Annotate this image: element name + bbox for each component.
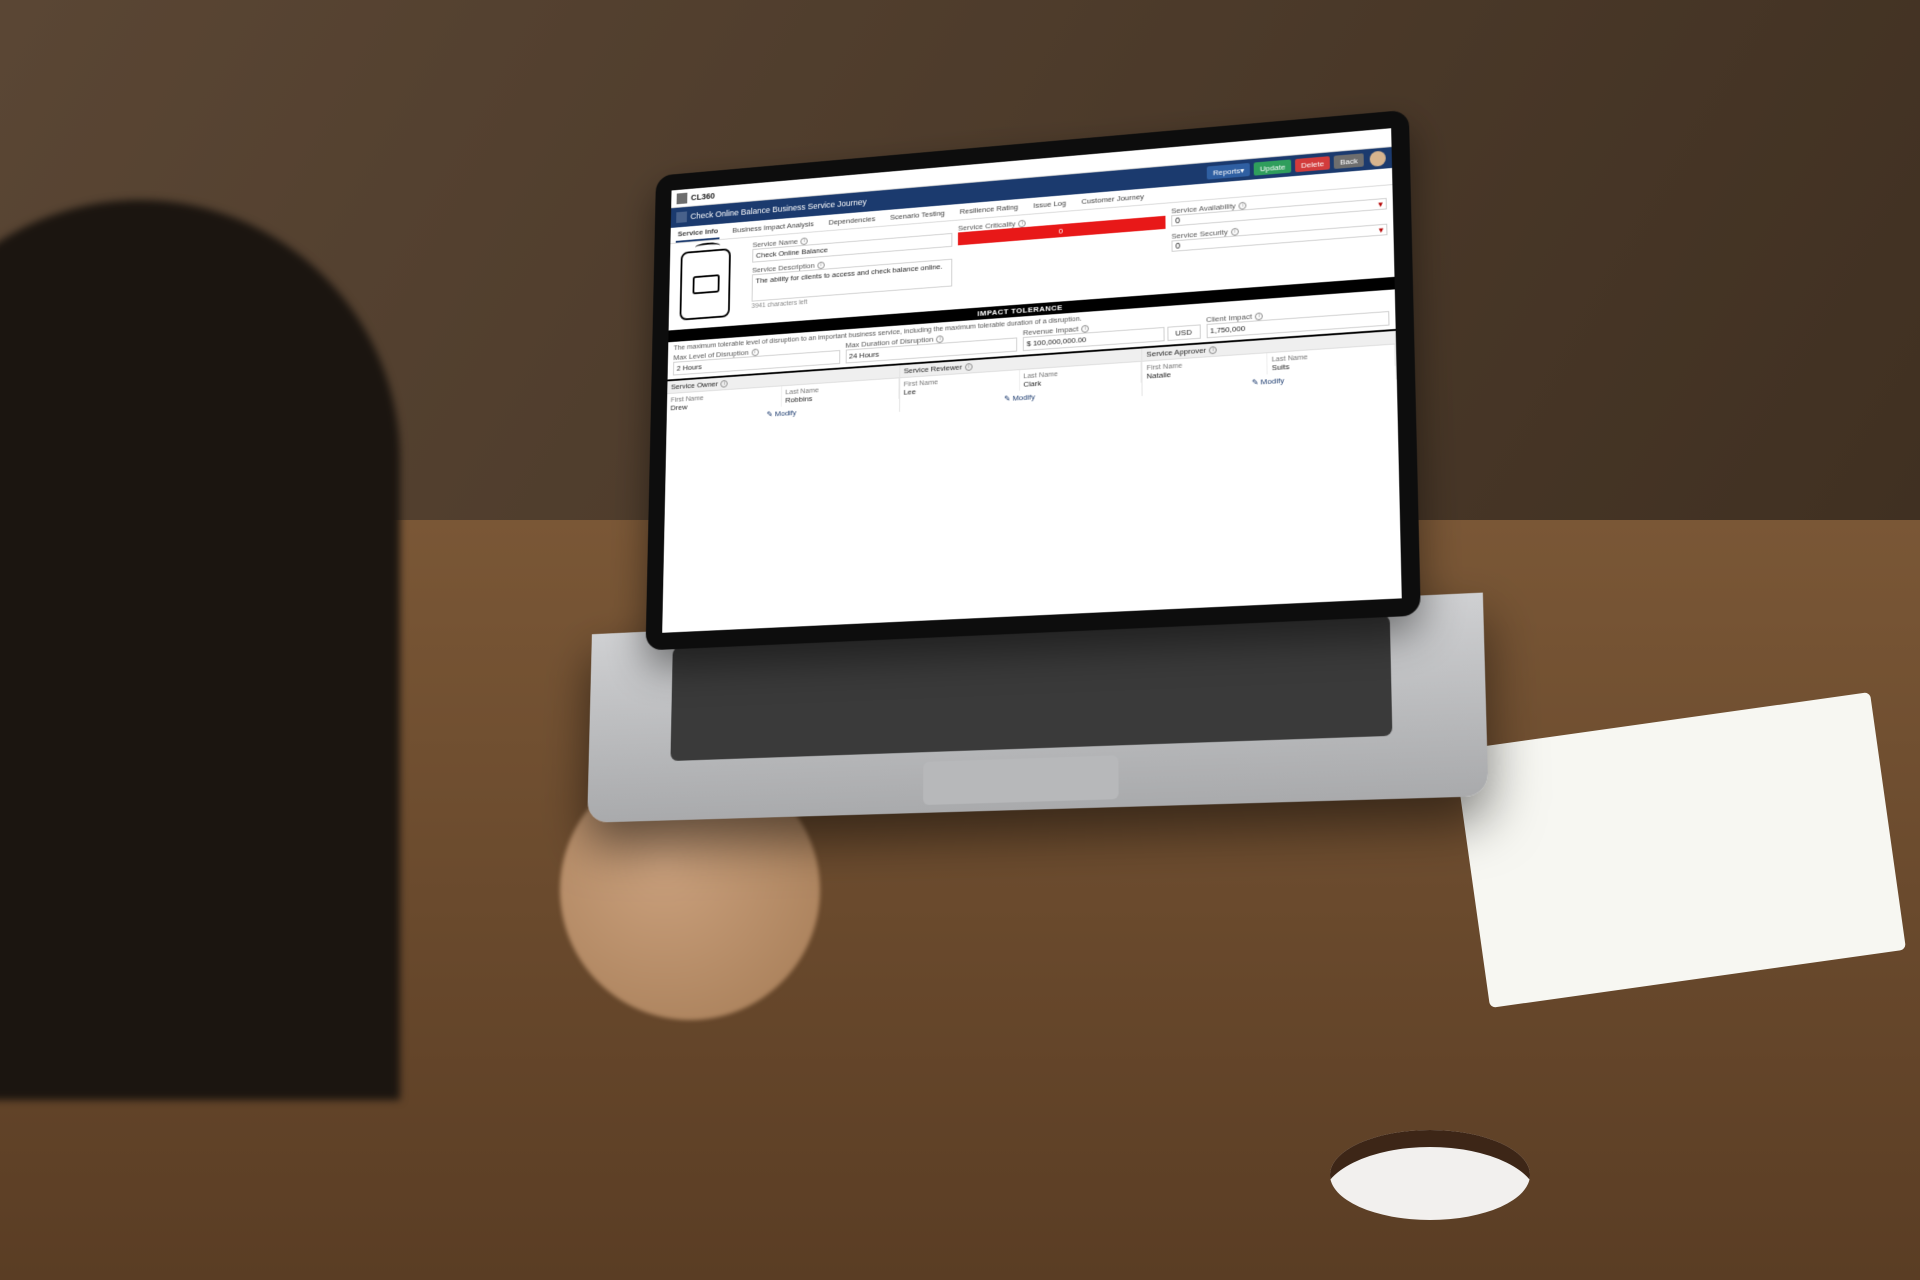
- info-icon[interactable]: i: [1231, 227, 1239, 235]
- info-icon[interactable]: i: [801, 237, 808, 245]
- chevron-down-icon: ▾: [1379, 224, 1384, 235]
- revenue-currency[interactable]: USD: [1167, 324, 1200, 341]
- info-icon[interactable]: i: [965, 363, 973, 371]
- app-logo-icon: [677, 192, 688, 204]
- info-icon[interactable]: i: [817, 261, 824, 269]
- reviewer-modify-link[interactable]: Modify: [1004, 393, 1035, 404]
- approver-modify-link[interactable]: Modify: [1252, 376, 1285, 387]
- user-avatar[interactable]: [1370, 150, 1386, 166]
- info-icon[interactable]: i: [1239, 201, 1247, 209]
- reports-button[interactable]: Reports ▾: [1207, 163, 1250, 180]
- info-icon[interactable]: i: [1255, 312, 1263, 320]
- info-icon[interactable]: i: [1209, 346, 1217, 354]
- info-icon[interactable]: i: [1081, 324, 1089, 332]
- chevron-down-icon: ▾: [1378, 199, 1383, 210]
- tab-issue-log[interactable]: Issue Log: [1031, 196, 1068, 213]
- back-button[interactable]: Back: [1334, 153, 1364, 169]
- service-illustration-icon: [679, 248, 730, 321]
- owner-modify-link[interactable]: Modify: [767, 408, 797, 418]
- app-name: CL360: [691, 191, 715, 202]
- info-icon[interactable]: i: [721, 379, 728, 387]
- info-icon[interactable]: i: [1018, 219, 1026, 227]
- info-icon[interactable]: i: [936, 335, 944, 343]
- page-icon: [676, 211, 687, 223]
- delete-button[interactable]: Delete: [1295, 156, 1330, 172]
- info-icon[interactable]: i: [751, 348, 758, 356]
- update-button[interactable]: Update: [1254, 159, 1291, 175]
